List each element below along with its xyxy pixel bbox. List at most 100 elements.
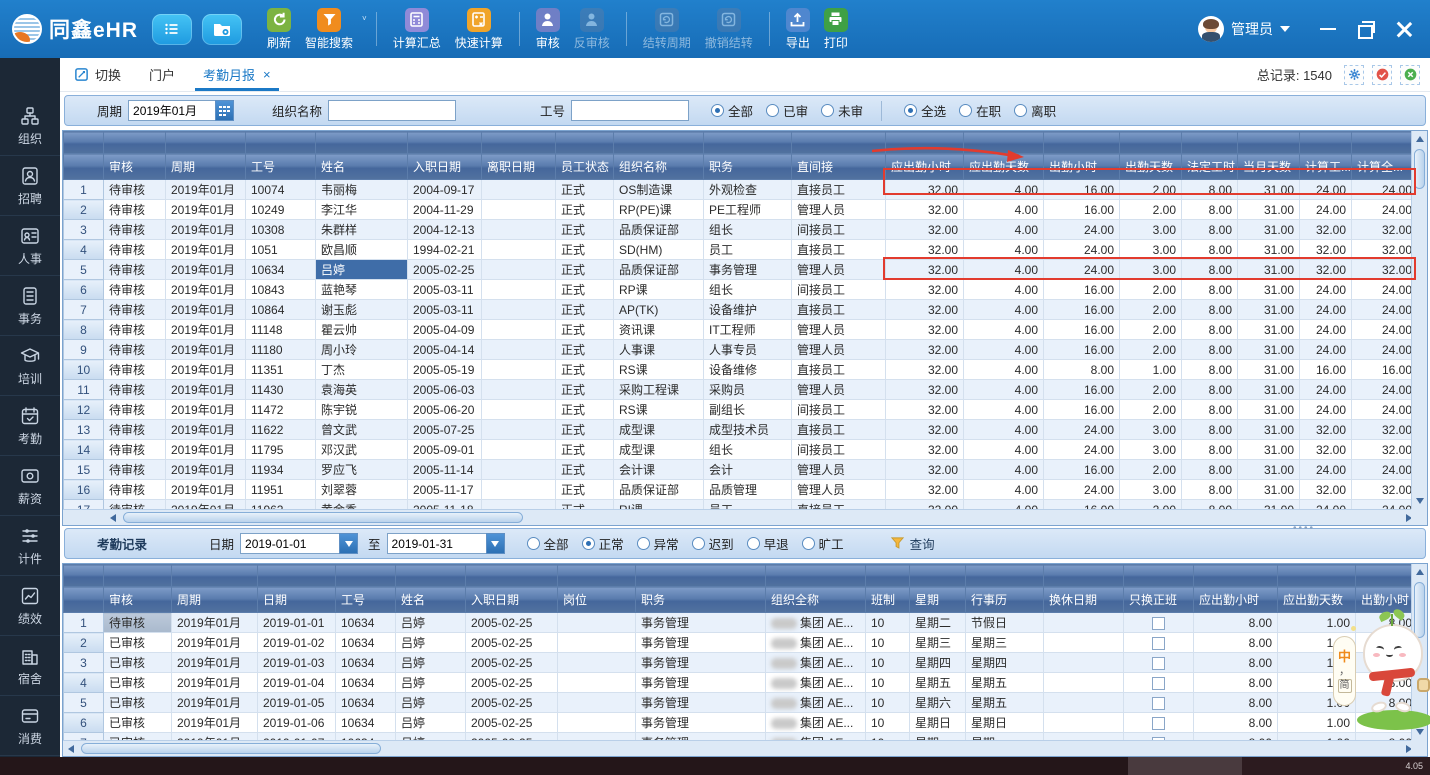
table-cell[interactable] — [1124, 733, 1194, 741]
table-cell[interactable]: 8.00 — [1182, 320, 1238, 340]
sidebar-item-salary[interactable]: 薪资 — [0, 456, 60, 516]
refresh-button[interactable]: 刷新 — [260, 4, 298, 55]
table-cell[interactable]: 10634 — [336, 733, 396, 741]
table-cell[interactable]: 待审核 — [104, 220, 166, 240]
table-cell[interactable] — [482, 360, 556, 380]
table-cell[interactable]: 2005-04-14 — [408, 340, 482, 360]
folder-settings-button[interactable] — [202, 14, 242, 45]
table-cell[interactable]: 16.00 — [1044, 280, 1120, 300]
table-cell[interactable]: 9 — [64, 340, 104, 360]
table-cell[interactable]: 袁海英 — [316, 380, 408, 400]
table-cell[interactable]: 2019年01月 — [172, 713, 258, 733]
table-cell[interactable] — [1124, 693, 1194, 713]
table-cell[interactable]: 32.00 — [1352, 480, 1418, 500]
table-cell[interactable]: 8.00 — [1182, 500, 1238, 510]
table-cell[interactable]: 8.00 — [1356, 733, 1418, 741]
table-cell[interactable] — [482, 200, 556, 220]
table-cell[interactable]: 24.00 — [1044, 420, 1120, 440]
table-cell[interactable]: 11951 — [246, 480, 316, 500]
column-header[interactable]: 入职日期 — [466, 587, 558, 613]
sidebar-item-attendance[interactable]: 考勤 — [0, 396, 60, 456]
table-cell[interactable]: 2005-07-25 — [408, 420, 482, 440]
table-cell[interactable]: 31.00 — [1238, 500, 1300, 510]
table-cell[interactable]: 员工 — [704, 240, 792, 260]
table-cell[interactable]: 正式 — [556, 280, 614, 300]
date-to-dropdown-button[interactable] — [486, 533, 505, 554]
table-cell[interactable] — [1124, 613, 1194, 633]
column-header[interactable]: 计算全... — [1352, 154, 1418, 180]
table-cell[interactable]: 2019年01月 — [166, 260, 246, 280]
table-cell[interactable]: 4.00 — [964, 300, 1044, 320]
table-cell[interactable]: 待审核 — [104, 200, 166, 220]
table-cell[interactable] — [482, 320, 556, 340]
table-cell[interactable]: 直接员工 — [792, 300, 886, 320]
table-cell[interactable]: 2019年01月 — [166, 440, 246, 460]
table-cell[interactable]: 2005-11-18 — [408, 500, 482, 510]
table-cell[interactable]: 4.00 — [964, 180, 1044, 200]
date-to-input[interactable] — [387, 533, 487, 554]
table-cell[interactable]: 16.00 — [1300, 360, 1352, 380]
table-cell[interactable]: 组长 — [704, 440, 792, 460]
table-cell[interactable]: 8.00 — [1194, 733, 1278, 741]
table-cell[interactable]: 欧昌顺 — [316, 240, 408, 260]
table-cell[interactable]: 4.00 — [964, 420, 1044, 440]
column-header[interactable]: 审核 — [104, 587, 172, 613]
checkbox[interactable] — [1152, 697, 1165, 710]
table-cell[interactable] — [482, 500, 556, 510]
column-header[interactable]: 行事历 — [966, 587, 1044, 613]
table-cell[interactable]: 4.00 — [964, 380, 1044, 400]
table-cell[interactable]: 31.00 — [1238, 340, 1300, 360]
table-cell[interactable]: 32.00 — [1300, 480, 1352, 500]
table-cell[interactable]: 11 — [64, 380, 104, 400]
table-cell[interactable]: 星期三 — [966, 633, 1044, 653]
grid-settings-button[interactable] — [1344, 65, 1364, 85]
table-cell[interactable]: 10634 — [336, 613, 396, 633]
table-cell[interactable] — [482, 300, 556, 320]
table-cell[interactable]: 16.00 — [1044, 400, 1120, 420]
table-cell[interactable]: 31.00 — [1238, 300, 1300, 320]
table-cell[interactable]: 2005-02-25 — [466, 653, 558, 673]
table-cell[interactable]: 7 — [64, 733, 104, 741]
sidebar-item-performance[interactable]: 绩效 — [0, 576, 60, 636]
table-cell[interactable]: 24.00 — [1044, 480, 1120, 500]
table-cell[interactable] — [1124, 673, 1194, 693]
audit-button[interactable]: 审核 — [529, 4, 567, 55]
table-cell[interactable]: 朱群样 — [316, 220, 408, 240]
table-cell[interactable]: 24.00 — [1300, 200, 1352, 220]
table-row[interactable]: 7已审核2019年01月2019-01-0710634吕婷2005-02-25事… — [64, 733, 1418, 741]
table-cell[interactable]: 11430 — [246, 380, 316, 400]
table-cell[interactable]: 2.00 — [1120, 300, 1182, 320]
table-cell[interactable]: 8.00 — [1194, 613, 1278, 633]
table-cell[interactable]: 吕婷 — [396, 713, 466, 733]
radio-未审[interactable]: 未审 — [821, 101, 863, 120]
table-cell[interactable]: 8.00 — [1182, 420, 1238, 440]
table-cell[interactable]: 7 — [64, 300, 104, 320]
table-cell[interactable]: 8.00 — [1356, 673, 1418, 693]
table-cell[interactable]: 4.00 — [964, 200, 1044, 220]
table-cell[interactable]: 3.00 — [1120, 240, 1182, 260]
main-vertical-scrollbar[interactable] — [1411, 131, 1427, 509]
table-cell[interactable]: 31.00 — [1238, 280, 1300, 300]
table-cell[interactable]: 10634 — [336, 693, 396, 713]
table-cell[interactable]: 2019年01月 — [166, 460, 246, 480]
table-cell[interactable] — [482, 220, 556, 240]
table-cell[interactable]: 已审核 — [104, 653, 172, 673]
table-cell[interactable]: 2.00 — [1120, 200, 1182, 220]
tab-1[interactable]: 切换 — [60, 58, 135, 91]
table-cell[interactable] — [1044, 633, 1124, 653]
table-cell[interactable] — [1044, 693, 1124, 713]
table-cell[interactable] — [1124, 653, 1194, 673]
table-row[interactable]: 4已审核2019年01月2019-01-0410634吕婷2005-02-25事… — [64, 673, 1418, 693]
table-cell[interactable]: 31.00 — [1238, 380, 1300, 400]
splitter-handle[interactable]: •••• — [1293, 523, 1315, 534]
table-cell[interactable] — [558, 713, 636, 733]
table-row[interactable]: 1待审核2019年01月10074韦丽梅2004-09-17正式OS制造课外观检… — [64, 180, 1418, 200]
table-cell[interactable]: 32.00 — [1352, 420, 1418, 440]
table-cell[interactable]: 2.00 — [1120, 180, 1182, 200]
table-cell[interactable]: 丁杰 — [316, 360, 408, 380]
table-cell[interactable]: AP(TK) — [614, 300, 704, 320]
table-cell[interactable]: 8.00 — [1194, 713, 1278, 733]
table-cell[interactable]: 11962 — [246, 500, 316, 510]
table-cell[interactable]: 星期一 — [910, 733, 966, 741]
table-cell[interactable]: 4.00 — [964, 260, 1044, 280]
